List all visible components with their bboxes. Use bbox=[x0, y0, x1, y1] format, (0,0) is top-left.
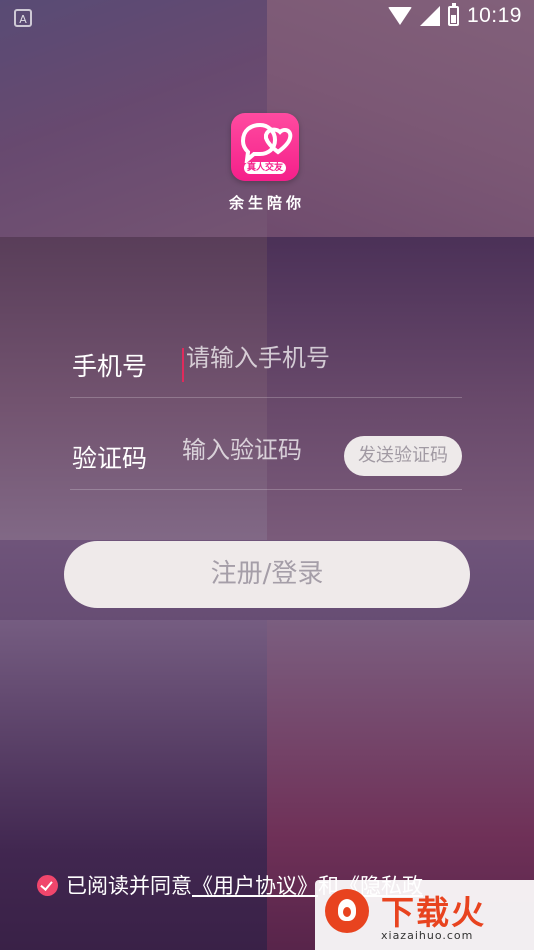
app-name: 余生陪你 bbox=[228, 194, 305, 212]
phone-label: 手机号 bbox=[72, 352, 148, 381]
register-login-button[interactable]: 注册/登录 bbox=[64, 541, 470, 608]
divider bbox=[70, 397, 462, 398]
watermark-text: 下载火 bbox=[381, 893, 486, 932]
divider bbox=[70, 489, 462, 490]
wifi-icon bbox=[387, 7, 412, 25]
text-cursor bbox=[182, 348, 184, 382]
phone-row: 手机号 bbox=[70, 334, 462, 398]
app-logo: 真人交友 bbox=[231, 113, 299, 181]
status-icons: 10:19 bbox=[387, 3, 522, 28]
flame-logo-icon bbox=[325, 889, 369, 933]
chat-bubbles-icon bbox=[240, 122, 293, 163]
battery-icon bbox=[447, 3, 459, 26]
verification-code-input[interactable] bbox=[182, 436, 332, 464]
notification-icon: A bbox=[14, 9, 32, 27]
watermark-url: xiazaihuo.com bbox=[381, 929, 474, 942]
status-bar: A 10:19 bbox=[0, 0, 534, 36]
status-time: 10:19 bbox=[466, 4, 522, 27]
code-row: 验证码 发送验证码 bbox=[70, 426, 462, 490]
code-label: 验证码 bbox=[72, 444, 148, 473]
phone-input[interactable] bbox=[186, 344, 456, 372]
logo-tag: 真人交友 bbox=[244, 162, 286, 174]
agreement-checkbox[interactable] bbox=[37, 874, 58, 896]
agreement-prefix: 已阅读并同意 bbox=[66, 874, 192, 898]
user-agreement-link[interactable]: 《用户协议》 bbox=[192, 870, 318, 900]
signal-icon bbox=[419, 6, 440, 26]
watermark: 下载火 xiazaihuo.com bbox=[315, 880, 534, 950]
send-code-button[interactable]: 发送验证码 bbox=[344, 436, 462, 476]
